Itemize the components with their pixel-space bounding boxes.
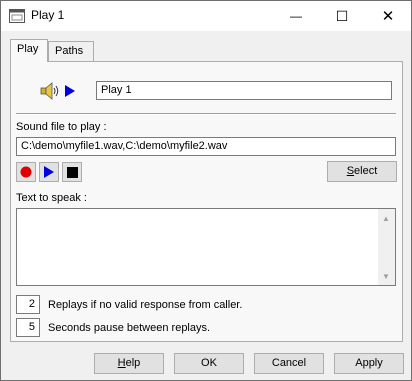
tab-play-label: Play: [17, 43, 39, 55]
scroll-down-icon[interactable]: ▼: [382, 272, 390, 281]
sound-file-input[interactable]: C:\demo\myfile1.wav,C:\demo\myfile2.wav: [16, 137, 396, 156]
cancel-button[interactable]: Cancel: [254, 353, 324, 374]
speaker-icon[interactable]: [40, 82, 62, 100]
close-icon: ✕: [381, 8, 395, 25]
text-to-speak-input[interactable]: ▲ ▼: [16, 208, 396, 286]
minimize-button[interactable]: —: [273, 1, 319, 31]
play-icon[interactable]: [64, 85, 76, 97]
separator: [16, 113, 396, 115]
help-label: elp: [125, 357, 141, 369]
pause-seconds-field[interactable]: 5: [16, 318, 40, 337]
apply-button[interactable]: Apply: [334, 353, 404, 374]
scroll-up-icon[interactable]: ▲: [382, 214, 390, 223]
record-button[interactable]: [16, 162, 36, 182]
window-title: Play 1: [31, 8, 65, 22]
sound-file-label: Sound file to play :: [16, 121, 107, 133]
tab-paths[interactable]: Paths: [48, 41, 94, 61]
play-icon: [44, 166, 54, 178]
pause-label: Seconds pause between replays.: [48, 322, 211, 334]
replays-count-field[interactable]: 2: [16, 295, 40, 314]
dialog-window: Play 1 — ☐ ✕ Play Paths Play 1 Sound fil…: [0, 0, 412, 381]
maximize-button[interactable]: ☐: [319, 1, 365, 31]
ok-button[interactable]: OK: [174, 353, 244, 374]
help-button[interactable]: Help: [94, 353, 164, 374]
close-button[interactable]: ✕: [365, 1, 411, 31]
maximize-icon: ☐: [335, 7, 349, 24]
tab-paths-label: Paths: [55, 45, 84, 57]
tab-play[interactable]: Play: [10, 39, 48, 62]
title-bar[interactable]: Play 1 — ☐ ✕: [1, 1, 411, 31]
help-accel: H: [117, 357, 126, 369]
select-button[interactable]: Select: [327, 161, 397, 182]
select-accel: S: [346, 165, 355, 177]
text-to-speak-label: Text to speak :: [16, 192, 87, 204]
select-label: elect: [354, 165, 378, 177]
stop-button[interactable]: [62, 162, 82, 182]
play-name-field[interactable]: Play 1: [96, 81, 392, 100]
vertical-scrollbar[interactable]: ▲ ▼: [378, 209, 395, 285]
replays-label: Replays if no valid response from caller…: [48, 299, 243, 311]
app-window-icon: [9, 9, 25, 23]
record-icon: [20, 166, 32, 178]
stop-icon: [66, 166, 78, 178]
play-button[interactable]: [39, 162, 59, 182]
minimize-icon: —: [290, 9, 302, 23]
